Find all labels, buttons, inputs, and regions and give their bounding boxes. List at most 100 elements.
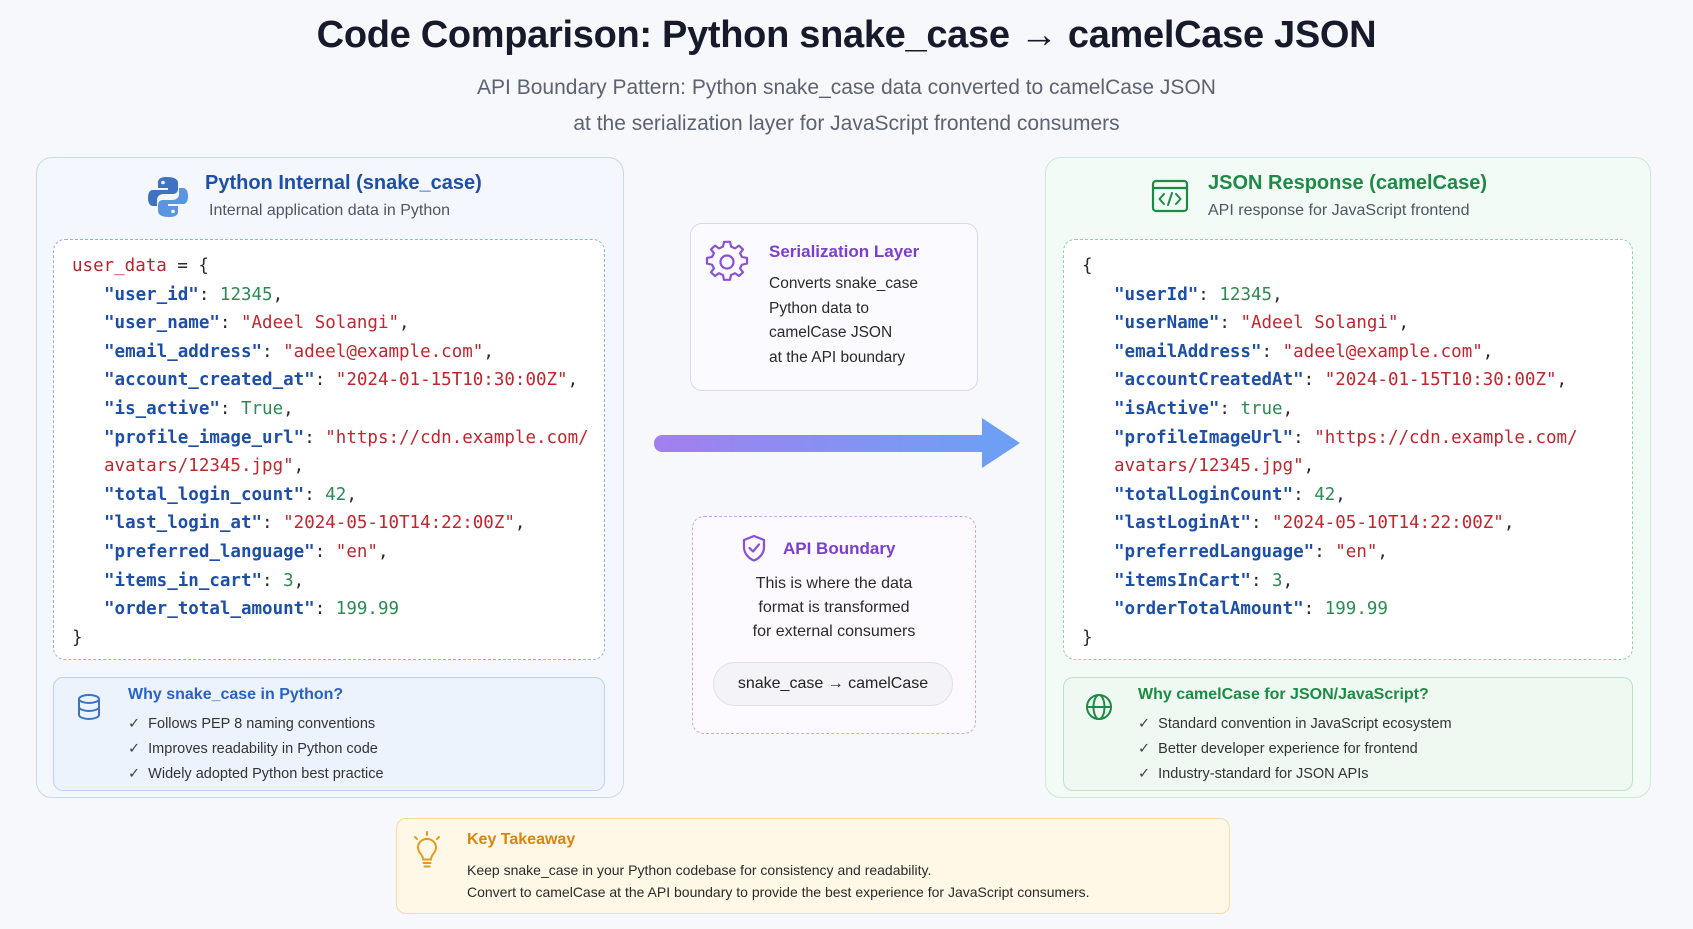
why-camel-case-title: Why camelCase for JSON/JavaScript? [1138, 686, 1429, 703]
code-line: "emailAddress": "adeel@example.com", [1082, 338, 1614, 367]
code-line: "user_id": 12345, [72, 281, 586, 310]
code-key: "orderTotalAmount" [1114, 599, 1304, 620]
code-colon: : [262, 341, 284, 362]
code-comma: , [1377, 541, 1388, 562]
code-comma: , [483, 341, 494, 362]
code-colon: : [314, 370, 336, 391]
code-brace: } [72, 627, 83, 648]
globe-icon [1086, 694, 1112, 720]
why-snake-case-list: Follows PEP 8 naming conventions Improve… [128, 712, 384, 787]
list-item: Standard convention in JavaScript ecosys… [1138, 712, 1451, 737]
code-key: "preferred_language" [104, 541, 315, 562]
code-key: "accountCreatedAt" [1114, 370, 1304, 391]
json-panel-description: API response for JavaScript frontend [1208, 202, 1470, 219]
code-comma: , [1272, 284, 1283, 305]
code-key: "order_total_amount" [104, 599, 315, 620]
code-window-icon [1151, 179, 1189, 213]
code-value: True [240, 398, 284, 419]
gear-icon [705, 240, 749, 281]
list-item: Better developer experience for frontend [1138, 737, 1452, 762]
code-line: avatars/12345.jpg", [72, 452, 586, 481]
code-comma: , [1482, 341, 1494, 362]
page-title: Code Comparison: Python snake_case → cam… [316, 14, 1377, 56]
code-line: "total_login_count": 42, [72, 481, 586, 510]
code-line: { [1082, 252, 1614, 281]
code-value: 12345 [219, 284, 273, 305]
key-takeaway-title: Key Takeaway [467, 831, 576, 848]
json-panel-header: JSON Response (camelCase) API response f… [1046, 158, 1650, 238]
code-colon: : [198, 284, 220, 305]
code-colon: : [1303, 599, 1325, 620]
list-item: Improves readability in Python code [128, 737, 384, 762]
code-colon: : [1293, 427, 1315, 448]
code-value: avatars/12345.jpg" [104, 456, 294, 477]
key-takeaway-text: Keep snake_case in your Python codebase … [467, 862, 1090, 900]
code-value: "Adeel Solangi" [1240, 313, 1399, 334]
why-camel-case-box: Why camelCase for JSON/JavaScript? Stand… [1063, 677, 1633, 791]
code-key: "emailAddress" [1114, 341, 1262, 362]
code-line: "order_total_amount": 199.99 [72, 595, 586, 624]
conversion-pill: snake_case → camelCase [713, 662, 953, 706]
code-key: "last_login_at" [104, 513, 263, 534]
code-colon: : [219, 313, 241, 334]
code-comma: , [272, 284, 284, 305]
api-boundary-box: API Boundary This is where the data form… [692, 516, 976, 734]
code-colon: : [219, 398, 241, 419]
code-line: "preferred_language": "en", [72, 538, 586, 567]
code-key: "preferredLanguage" [1114, 541, 1315, 562]
code-line: "account_created_at": "2024-01-15T10:30:… [72, 366, 586, 395]
code-line: "isActive": true, [1082, 395, 1614, 424]
code-value: 3 [1272, 570, 1283, 591]
code-colon: : [1261, 341, 1283, 362]
code-key: "user_name" [104, 313, 220, 334]
code-value: "Adeel Solangi" [240, 313, 400, 334]
code-colon: : [262, 570, 284, 591]
code-comma: , [1556, 370, 1568, 391]
code-comma: , [283, 398, 294, 419]
code-line: "preferredLanguage": "en", [1082, 538, 1614, 567]
code-line: "userName": "Adeel Solangi", [1082, 309, 1614, 338]
serialization-layer-text: Converts snake_case Python data to camel… [769, 275, 919, 366]
code-value: true [1240, 398, 1283, 419]
code-key: "account_created_at" [104, 370, 315, 391]
code-colon: : [1219, 313, 1241, 334]
code-comma: , [399, 313, 410, 334]
python-panel-description: Internal application data in Python [209, 202, 451, 219]
code-comma: , [377, 541, 389, 562]
code-value: "en" [335, 541, 378, 562]
api-boundary-text: This is where the data format is transfo… [752, 575, 916, 640]
code-line: avatars/12345.jpg", [1082, 452, 1614, 481]
code-key: "profileImageUrl" [1114, 427, 1294, 448]
code-comma: , [567, 370, 579, 391]
code-value: "2024-01-15T10:30:00Z" [335, 370, 568, 391]
code-key: "user_id" [104, 284, 199, 305]
code-variable: user_data [72, 256, 167, 276]
code-line: "is_active": True, [72, 395, 586, 424]
code-key: "email_address" [104, 341, 263, 362]
code-line: "orderTotalAmount": 199.99 [1082, 595, 1614, 624]
code-colon: : [314, 541, 336, 562]
code-colon: : [262, 513, 284, 534]
code-key: "total_login_count" [104, 484, 305, 505]
list-item: Industry-standard for JSON APIs [1138, 762, 1452, 787]
code-value: "adeel@example.com" [283, 341, 484, 362]
code-line: "accountCreatedAt": "2024-01-15T10:30:00… [1082, 366, 1614, 395]
code-line: "itemsInCart": 3, [1082, 567, 1614, 596]
shield-check-icon [742, 534, 766, 562]
code-value: "2024-01-15T10:30:00Z" [1324, 370, 1557, 391]
code-value: "en" [1335, 541, 1378, 562]
code-line: "profileImageUrl": "https://cdn.example.… [1082, 424, 1614, 453]
code-value: "2024-05-10T14:22:00Z" [283, 513, 515, 534]
json-code-block: {"userId": 12345, "userName": "Adeel Sola… [1063, 239, 1633, 660]
code-line: "items_in_cart": 3, [72, 567, 586, 596]
serialization-layer-box: Serialization Layer Converts snake_case … [690, 223, 978, 391]
code-comma: , [1335, 484, 1346, 505]
code-comma: , [1503, 513, 1515, 534]
code-comma: , [293, 570, 305, 591]
code-colon: : [1250, 570, 1273, 591]
conversion-arrow-icon [654, 418, 1020, 468]
code-key: "userId" [1114, 284, 1199, 305]
code-comma: , [1282, 570, 1294, 591]
lightbulb-icon [414, 831, 440, 868]
code-value: 42 [1314, 484, 1336, 505]
